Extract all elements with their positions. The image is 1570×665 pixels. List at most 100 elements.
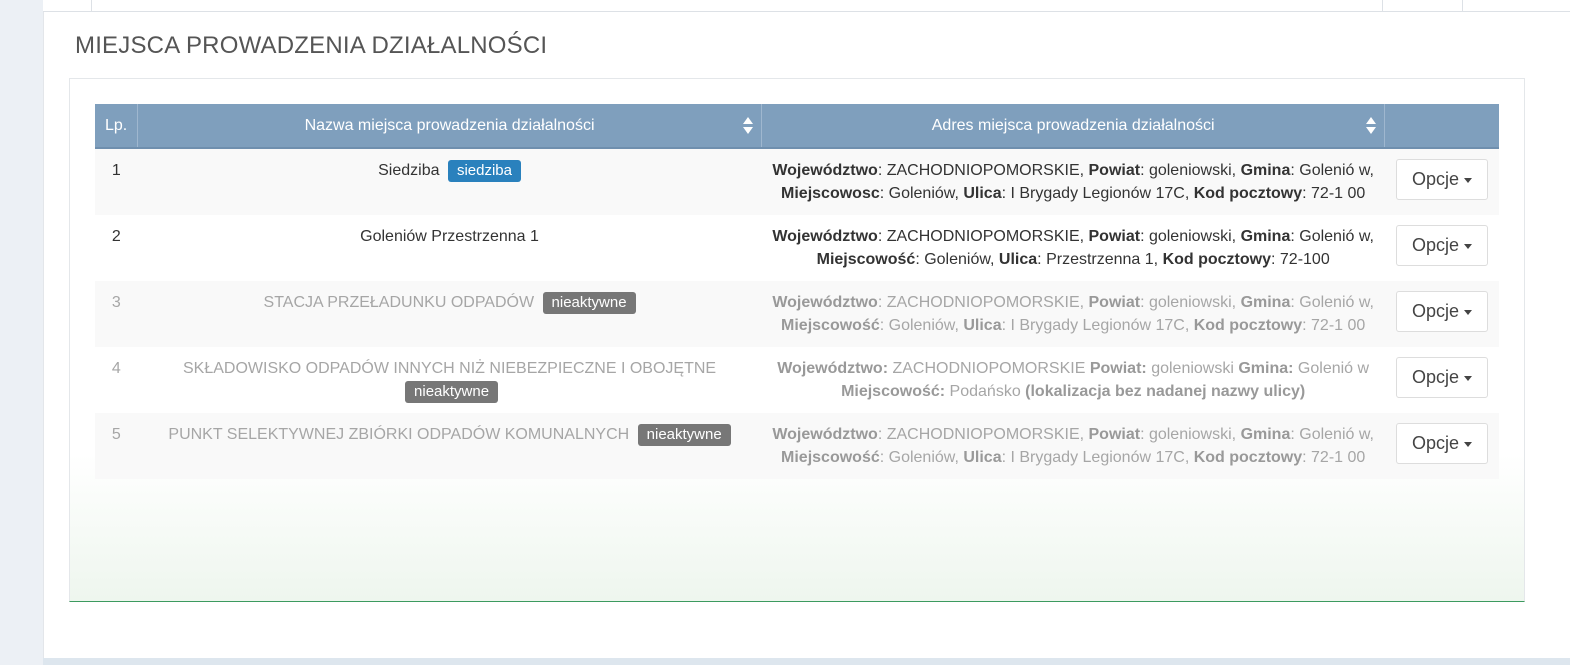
- row-options-cell: Opcje: [1384, 347, 1499, 413]
- addr-woj-sep: :: [877, 294, 887, 311]
- addr-miejsc-label: Miejscowość:: [841, 383, 946, 400]
- row-address: Województwo: ZACHODNIOPOMORSKIE, Powiat:…: [761, 413, 1385, 479]
- addr-miejsc-label: Miejscowość: [781, 449, 880, 466]
- addr-woj-label: Województwo: [772, 426, 878, 443]
- col-lp-label: Lp.: [105, 116, 128, 134]
- addr-woj-label: Województwo:: [777, 360, 889, 377]
- row-lp: 1: [95, 148, 138, 215]
- addr-kod-sep: :: [1271, 251, 1280, 268]
- row-name-cell: PUNKT SELEKTYWNEJ ZBIÓRKI ODPADÓW KOMUNA…: [137, 413, 762, 479]
- caret-down-icon: [1464, 243, 1472, 249]
- addr-ulica-label: Ulica: [998, 251, 1038, 268]
- table-row: 2 Goleniów Przestrzenna 1 Województwo: Z…: [95, 215, 1499, 281]
- table-row: 3 STACJA PRZEŁADUNKU ODPADÓW nieaktywne …: [95, 281, 1499, 347]
- caret-down-icon: [1464, 375, 1472, 381]
- addr-ulica-label: Ulica: [963, 449, 1002, 466]
- addr-kod-label: Kod pocztowy: [1193, 185, 1303, 202]
- row-address: Województwo: ZACHODNIOPOMORSKIE, Powiat:…: [761, 215, 1385, 281]
- sort-icon[interactable]: [742, 117, 753, 135]
- addr-woj-sep: :: [877, 228, 887, 245]
- row-name: PUNKT SELEKTYWNEJ ZBIÓRKI ODPADÓW KOMUNA…: [168, 426, 630, 443]
- options-dropdown-button[interactable]: Opcje: [1395, 291, 1488, 332]
- top-tab-divider: [91, 0, 92, 11]
- col-name-label: Nazwa miejsca prowadzenia działalności: [304, 116, 595, 134]
- content-panel: MIEJSCA PROWADZENIA DZIAŁALNOŚCI Lp. Naz…: [43, 12, 1570, 658]
- table-row: 1 Siedziba siedziba Województwo: ZACHODN…: [95, 148, 1499, 215]
- addr-gmina-label: Gmina: [1240, 228, 1291, 245]
- addr-gmina-sep: :: [1290, 426, 1300, 443]
- addr-gmina: Golenió w: [1297, 360, 1370, 377]
- sort-icon[interactable]: [1366, 117, 1377, 135]
- addr-woj-sep: :: [877, 162, 887, 179]
- addr-woj: ZACHODNIOPOMORSKIE,: [886, 228, 1089, 245]
- col-lp-header[interactable]: Lp.: [95, 104, 139, 149]
- options-dropdown-button[interactable]: Opcje: [1395, 423, 1488, 464]
- row-address: Województwo: ZACHODNIOPOMORSKIE, Powiat:…: [761, 281, 1385, 347]
- status-badge: nieaktywne: [542, 292, 636, 314]
- addr-kod: 72-1 00: [1311, 317, 1366, 334]
- table-header-row: Lp. Nazwa miejsca prowadzenia działalnoś…: [95, 104, 1499, 149]
- addr-ulica-label: (lokalizacja bez nadanej nazwy ulicy): [1025, 383, 1306, 400]
- row-options-cell: Opcje: [1384, 215, 1499, 281]
- caret-down-icon: [1464, 309, 1472, 315]
- addr-gmina-label: Gmina:: [1238, 360, 1294, 377]
- addr-pow-sep: :: [1140, 162, 1149, 179]
- addr-miejsc: Goleniów,: [888, 449, 964, 466]
- caret-down-icon: [1464, 177, 1472, 183]
- top-tab-divider: [1462, 0, 1463, 11]
- addr-woj-label: Województwo: [772, 294, 878, 311]
- addr-miejsc: Goleniów,: [924, 251, 999, 268]
- row-name-cell: Goleniów Przestrzenna 1: [137, 215, 762, 281]
- options-dropdown-button[interactable]: Opcje: [1395, 159, 1488, 200]
- addr-ulica-label: Ulica: [963, 317, 1002, 334]
- options-label: Opcje: [1411, 433, 1459, 453]
- addr-pow: goleniowski,: [1148, 162, 1241, 179]
- col-options-header: [1384, 104, 1499, 149]
- addr-miejsc: Goleniów,: [888, 185, 964, 202]
- addr-pow-label: Powiat: [1088, 228, 1141, 245]
- addr-woj: ZACHODNIOPOMORSKIE,: [886, 426, 1089, 443]
- addr-woj-sep: :: [877, 426, 887, 443]
- options-label: Opcje: [1411, 235, 1459, 255]
- addr-miejsc-sep: :: [879, 185, 889, 202]
- addr-ulica: I Brygady Legionów 17C,: [1010, 317, 1194, 334]
- top-bar: [43, 0, 1570, 12]
- addr-gmina-sep: :: [1290, 228, 1300, 245]
- row-name: Goleniów Przestrzenna 1: [360, 228, 539, 245]
- addr-pow-label: Powiat: [1088, 426, 1141, 443]
- addr-kod-sep: :: [1302, 449, 1312, 466]
- addr-kod: 72-100: [1279, 251, 1330, 268]
- places-box: Lp. Nazwa miejsca prowadzenia działalnoś…: [69, 78, 1525, 602]
- col-name-header[interactable]: Nazwa miejsca prowadzenia działalności: [137, 104, 762, 149]
- options-dropdown-button[interactable]: Opcje: [1395, 357, 1488, 398]
- addr-woj: ZACHODNIOPOMORSKIE,: [886, 162, 1089, 179]
- addr-pow: goleniowski: [1151, 360, 1239, 377]
- options-label: Opcje: [1411, 301, 1459, 321]
- addr-kod-sep: :: [1302, 185, 1312, 202]
- addr-pow-sep: :: [1140, 228, 1149, 245]
- row-lp: 2: [95, 215, 138, 281]
- addr-pow-sep: :: [1140, 426, 1149, 443]
- addr-ulica-label: Ulica: [963, 185, 1002, 202]
- addr-ulica: I Brygady Legionów 17C,: [1010, 185, 1194, 202]
- addr-gmina-label: Gmina: [1240, 162, 1291, 179]
- addr-gmina: Golenió w,: [1299, 426, 1374, 443]
- addr-ulica-sep: :: [1037, 251, 1047, 268]
- addr-woj-label: Województwo: [772, 162, 878, 179]
- addr-ulica: I Brygady Legionów 17C,: [1010, 449, 1194, 466]
- addr-gmina-sep: :: [1290, 162, 1300, 179]
- addr-pow: goleniowski,: [1148, 426, 1241, 443]
- addr-miejsc-label: Miejscowość: [781, 317, 880, 334]
- addr-woj: ZACHODNIOPOMORSKIE: [892, 360, 1090, 377]
- row-name: STACJA PRZEŁADUNKU ODPADÓW: [263, 294, 535, 311]
- status-badge: siedziba: [447, 160, 521, 182]
- options-dropdown-button[interactable]: Opcje: [1395, 225, 1488, 266]
- options-label: Opcje: [1411, 169, 1459, 189]
- addr-gmina-sep: :: [1290, 294, 1300, 311]
- col-address-header[interactable]: Adres miejsca prowadzenia działalności: [761, 104, 1386, 149]
- addr-pow: goleniowski,: [1148, 294, 1241, 311]
- col-address-label: Adres miejsca prowadzenia działalności: [931, 116, 1215, 134]
- addr-kod-label: Kod pocztowy: [1162, 251, 1271, 268]
- addr-kod-sep: :: [1302, 317, 1312, 334]
- table-row: 4 SKŁADOWISKO ODPADÓW INNYCH NIŻ NIEBEZP…: [95, 347, 1499, 413]
